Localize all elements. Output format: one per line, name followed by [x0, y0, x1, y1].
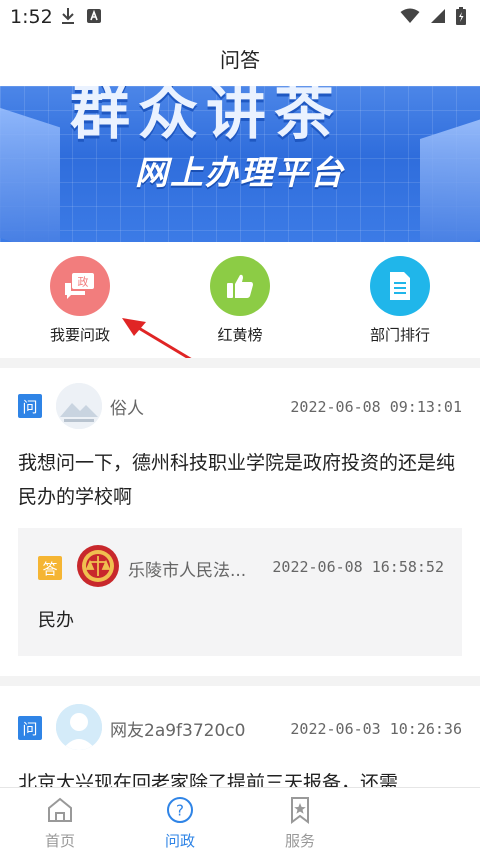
question-badge: 问 — [18, 394, 42, 418]
battery-icon — [456, 7, 466, 29]
wifi-icon — [400, 8, 420, 28]
banner-subtitle: 网上办理平台 — [135, 153, 345, 192]
answer-author: 乐陵市人民法... — [128, 561, 247, 581]
quick-action-label: 我要问政 — [49, 326, 110, 344]
author-name: 俗人 — [110, 399, 144, 419]
qa-post[interactable]: 问 俗人 2022-06-08 09:13:01 我想问一下，德州科技职业学院是… — [0, 368, 480, 676]
section-divider — [0, 358, 480, 368]
tab-home[interactable]: 首页 — [0, 788, 120, 854]
question-text: 我想问一下，德州科技职业学院是政府投资的还是纯民办的学校啊 — [18, 452, 456, 508]
app-notification-icon — [86, 8, 102, 28]
signal-icon — [430, 8, 446, 28]
home-icon — [46, 796, 74, 828]
post-date: 2022-06-03 10:26:36 — [290, 720, 462, 738]
question-badge: 问 — [18, 716, 42, 740]
tab-label: 首页 — [44, 832, 75, 850]
quick-action-label: 红黄榜 — [217, 326, 263, 344]
thumbs-up-icon — [210, 256, 270, 316]
status-right-icons — [400, 7, 466, 29]
tab-ask[interactable]: ? 问政 — [120, 788, 240, 854]
watermark-overlay — [370, 813, 470, 847]
document-icon — [370, 256, 430, 316]
quick-action-label: 部门排行 — [369, 326, 430, 344]
court-emblem-avatar — [76, 544, 120, 588]
answer-badge: 答 — [38, 556, 62, 580]
tab-label: 服务 — [284, 832, 315, 850]
qa-post[interactable]: 问 网友2a9f3720c0 2022-06-03 10:26:36 北京大兴现… — [0, 686, 480, 787]
banner-title: 群众讲茶 — [70, 86, 342, 148]
tab-label: 问政 — [164, 832, 195, 850]
status-left-icons — [60, 7, 102, 29]
question-icon: ? — [166, 796, 194, 828]
nav-bar: 问答 — [0, 32, 480, 84]
answer-date: 2022-06-08 16:58:52 — [272, 558, 444, 576]
section-divider — [0, 676, 480, 686]
status-bar: 1:52 — [0, 0, 480, 32]
avatar[interactable] — [56, 704, 102, 750]
ask-government-icon: 政 — [50, 256, 110, 316]
answer-box[interactable]: 答 乐陵市人民法... 2022-06-08 16:58:52 民办 — [18, 528, 462, 656]
svg-text:?: ? — [176, 802, 184, 820]
question-text: 北京大兴现在回老家除了提前三天报备，还需 — [18, 772, 399, 787]
answer-text: 民办 — [38, 610, 74, 631]
tab-service[interactable]: 服务 — [240, 788, 360, 854]
star-bookmark-icon — [286, 796, 314, 828]
svg-text:政: 政 — [78, 275, 89, 289]
download-icon — [60, 7, 76, 29]
quick-action-department-ranking[interactable]: 部门排行 — [320, 242, 480, 354]
status-time: 1:52 — [10, 6, 53, 28]
post-date: 2022-06-08 09:13:01 — [290, 398, 462, 416]
banner[interactable]: 群众讲茶 网上办理平台 — [0, 86, 480, 242]
avatar[interactable] — [56, 383, 102, 429]
author-name: 网友2a9f3720c0 — [110, 721, 246, 741]
quick-actions: 政 我要问政 红黄榜 部门排行 — [0, 242, 480, 354]
page-title: 问答 — [220, 47, 260, 72]
